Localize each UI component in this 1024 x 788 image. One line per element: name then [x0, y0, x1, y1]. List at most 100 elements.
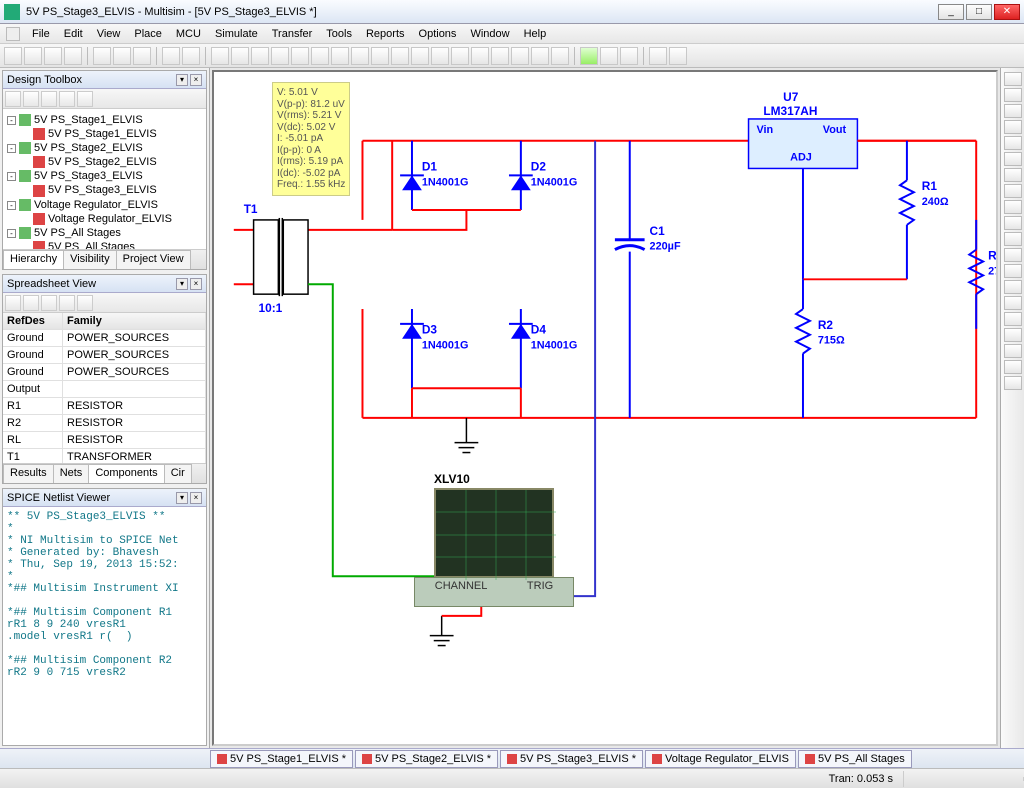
component-d1[interactable]	[400, 141, 424, 210]
tree-node[interactable]: Voltage Regulator_ELVIS	[7, 212, 202, 226]
tool-t[interactable]	[669, 47, 687, 65]
tool-k[interactable]	[411, 47, 429, 65]
doc-tab-2[interactable]: 5V PS_Stage2_ELVIS *	[355, 750, 498, 768]
grid-row[interactable]: R1RESISTOR	[3, 398, 206, 415]
instr-15[interactable]	[1004, 296, 1022, 310]
instr-6[interactable]	[1004, 152, 1022, 166]
tab-visibility[interactable]: Visibility	[63, 250, 117, 269]
tool-p[interactable]	[511, 47, 529, 65]
tool-q[interactable]	[531, 47, 549, 65]
component-c1[interactable]	[615, 141, 645, 418]
menu-help[interactable]: Help	[518, 26, 553, 42]
menu-edit[interactable]: Edit	[58, 26, 89, 42]
panel-close-button[interactable]: ×	[190, 74, 202, 86]
design-tree[interactable]: -5V PS_Stage1_ELVIS5V PS_Stage1_ELVIS-5V…	[3, 109, 206, 249]
toolbox-btn-2[interactable]	[23, 91, 39, 107]
menu-simulate[interactable]: Simulate	[209, 26, 264, 42]
tab-results[interactable]: Results	[3, 464, 54, 483]
close-button[interactable]: ✕	[994, 4, 1020, 20]
menu-place[interactable]: Place	[128, 26, 168, 42]
instr-7[interactable]	[1004, 168, 1022, 182]
tree-node[interactable]: -5V PS_Stage2_ELVIS	[7, 141, 202, 155]
schematic-canvas[interactable]: V: 5.01 VV(p-p): 81.2 uVV(rms): 5.21 VV(…	[212, 70, 998, 746]
toolbox-btn-5[interactable]	[77, 91, 93, 107]
doc-tab-4[interactable]: Voltage Regulator_ELVIS	[645, 750, 796, 768]
tool-s[interactable]	[649, 47, 667, 65]
instr-17[interactable]	[1004, 328, 1022, 342]
tool-i[interactable]	[371, 47, 389, 65]
instr-18[interactable]	[1004, 344, 1022, 358]
redo-button[interactable]	[182, 47, 200, 65]
ss-btn-5[interactable]	[77, 295, 93, 311]
tab-project-view[interactable]: Project View	[116, 250, 191, 269]
tree-node[interactable]: -5V PS_Stage3_ELVIS	[7, 169, 202, 183]
panel-menu-button[interactable]: ▾	[176, 278, 188, 290]
pause-button[interactable]	[600, 47, 618, 65]
component-d3[interactable]	[400, 309, 424, 388]
grid-row[interactable]: RLRESISTOR	[3, 432, 206, 449]
doc-tab-5[interactable]: 5V PS_All Stages	[798, 750, 912, 768]
control-menu-icon[interactable]	[6, 27, 20, 41]
cut-button[interactable]	[93, 47, 111, 65]
tab-components[interactable]: Components	[88, 464, 164, 483]
component-r1[interactable]	[900, 141, 914, 280]
tool-m[interactable]	[451, 47, 469, 65]
grid-row[interactable]: GroundPOWER_SOURCES	[3, 347, 206, 364]
tree-node[interactable]: 5V PS_All Stages	[7, 240, 202, 249]
grid-row[interactable]: GroundPOWER_SOURCES	[3, 364, 206, 381]
open-button[interactable]	[24, 47, 42, 65]
menu-window[interactable]: Window	[464, 26, 515, 42]
doc-tab-1[interactable]: 5V PS_Stage1_ELVIS *	[210, 750, 353, 768]
tool-o[interactable]	[491, 47, 509, 65]
instr-10[interactable]	[1004, 216, 1022, 230]
tool-e[interactable]	[291, 47, 309, 65]
instr-20[interactable]	[1004, 376, 1022, 390]
instr-11[interactable]	[1004, 232, 1022, 246]
doc-tab-3[interactable]: 5V PS_Stage3_ELVIS *	[500, 750, 643, 768]
undo-button[interactable]	[162, 47, 180, 65]
paste-button[interactable]	[133, 47, 151, 65]
instr-3[interactable]	[1004, 104, 1022, 118]
stop-button[interactable]	[620, 47, 638, 65]
tool-c[interactable]	[251, 47, 269, 65]
tool-n[interactable]	[471, 47, 489, 65]
instr-16[interactable]	[1004, 312, 1022, 326]
component-d4[interactable]	[509, 309, 533, 388]
component-d2[interactable]	[509, 141, 533, 210]
instr-12[interactable]	[1004, 248, 1022, 262]
panel-close-button[interactable]: ×	[190, 492, 202, 504]
menu-reports[interactable]: Reports	[360, 26, 411, 42]
ss-btn-2[interactable]	[23, 295, 39, 311]
component-grid[interactable]: RefDesFamilyGroundPOWER_SOURCESGroundPOW…	[3, 313, 206, 463]
instr-14[interactable]	[1004, 280, 1022, 294]
save-button[interactable]	[44, 47, 62, 65]
ss-btn-3[interactable]	[41, 295, 57, 311]
netlist-text[interactable]: ** 5V PS_Stage3_ELVIS ** * * NI Multisim…	[3, 507, 206, 745]
grid-row[interactable]: GroundPOWER_SOURCES	[3, 330, 206, 347]
ss-btn-4[interactable]	[59, 295, 75, 311]
instr-1[interactable]	[1004, 72, 1022, 86]
tab-cir[interactable]: Cir	[164, 464, 192, 483]
ss-btn-1[interactable]	[5, 295, 21, 311]
menu-view[interactable]: View	[91, 26, 127, 42]
instr-9[interactable]	[1004, 200, 1022, 214]
tool-r[interactable]	[551, 47, 569, 65]
tree-node[interactable]: 5V PS_Stage3_ELVIS	[7, 183, 202, 197]
copy-button[interactable]	[113, 47, 131, 65]
new-button[interactable]	[4, 47, 22, 65]
maximize-button[interactable]: □	[966, 4, 992, 20]
instrument-scope[interactable]: XLV10 CHANNEL TRIG	[434, 472, 574, 607]
component-transformer[interactable]	[254, 218, 308, 296]
tree-node[interactable]: 5V PS_Stage1_ELVIS	[7, 127, 202, 141]
grid-row[interactable]: Output	[3, 381, 206, 398]
tool-f[interactable]	[311, 47, 329, 65]
instr-4[interactable]	[1004, 120, 1022, 134]
print-button[interactable]	[64, 47, 82, 65]
menu-file[interactable]: File	[26, 26, 56, 42]
component-r2[interactable]	[796, 279, 810, 418]
toolbox-btn-1[interactable]	[5, 91, 21, 107]
grid-row[interactable]: T1TRANSFORMER	[3, 449, 206, 463]
instr-2[interactable]	[1004, 88, 1022, 102]
menu-mcu[interactable]: MCU	[170, 26, 207, 42]
instr-19[interactable]	[1004, 360, 1022, 374]
